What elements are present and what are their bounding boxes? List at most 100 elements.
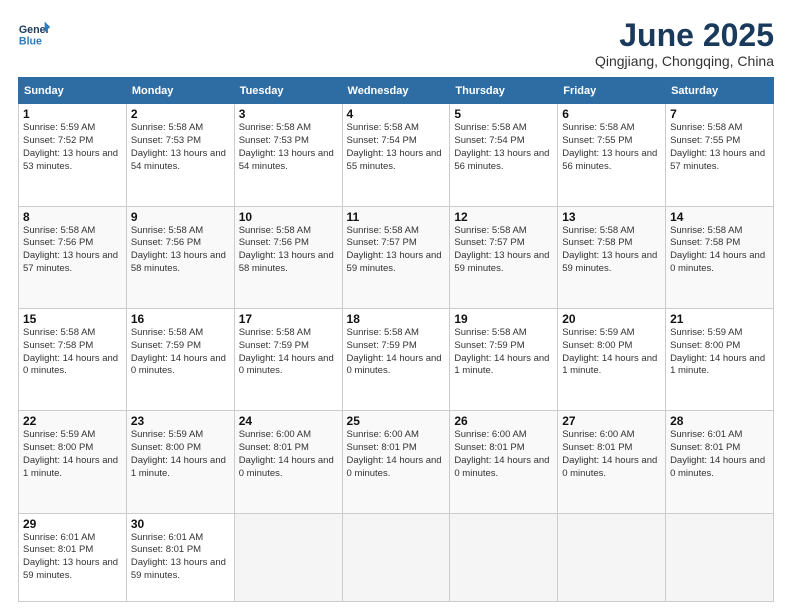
sunset-label: Sunset: 7:55 PM bbox=[562, 135, 632, 146]
sunrise-label: Sunrise: 6:00 AM bbox=[562, 429, 634, 440]
sunrise-label: Sunrise: 5:58 AM bbox=[562, 225, 634, 236]
daylight-label: Daylight: 13 hours and 59 minutes. bbox=[347, 250, 442, 274]
month-title: June 2025 bbox=[595, 18, 774, 53]
sunrise-label: Sunrise: 5:58 AM bbox=[670, 225, 742, 236]
calendar-cell: 22 Sunrise: 5:59 AM Sunset: 8:00 PM Dayl… bbox=[19, 411, 127, 513]
day-number: 30 bbox=[131, 517, 230, 531]
location: Qingjiang, Chongqing, China bbox=[595, 53, 774, 69]
title-block: June 2025 Qingjiang, Chongqing, China bbox=[595, 18, 774, 69]
sunset-label: Sunset: 8:01 PM bbox=[23, 544, 93, 555]
header-monday: Monday bbox=[126, 78, 234, 104]
day-info: Sunrise: 5:58 AM Sunset: 7:57 PM Dayligh… bbox=[454, 225, 553, 276]
sunrise-label: Sunrise: 5:58 AM bbox=[239, 225, 311, 236]
daylight-label: Daylight: 13 hours and 58 minutes. bbox=[131, 250, 226, 274]
calendar-cell: 11 Sunrise: 5:58 AM Sunset: 7:57 PM Dayl… bbox=[342, 206, 450, 308]
sunset-label: Sunset: 7:59 PM bbox=[131, 340, 201, 351]
weekday-header-row: Sunday Monday Tuesday Wednesday Thursday… bbox=[19, 78, 774, 104]
calendar-cell bbox=[558, 513, 666, 601]
svg-text:Blue: Blue bbox=[19, 36, 42, 48]
daylight-label: Daylight: 13 hours and 54 minutes. bbox=[239, 148, 334, 172]
daylight-label: Daylight: 14 hours and 1 minute. bbox=[454, 353, 549, 377]
sunset-label: Sunset: 7:55 PM bbox=[670, 135, 740, 146]
header-tuesday: Tuesday bbox=[234, 78, 342, 104]
day-number: 8 bbox=[23, 210, 122, 224]
sunset-label: Sunset: 7:54 PM bbox=[454, 135, 524, 146]
sunrise-label: Sunrise: 5:58 AM bbox=[454, 122, 526, 133]
day-number: 14 bbox=[670, 210, 769, 224]
sunset-label: Sunset: 8:00 PM bbox=[131, 442, 201, 453]
calendar-week-row: 1 Sunrise: 5:59 AM Sunset: 7:52 PM Dayli… bbox=[19, 104, 774, 206]
day-info: Sunrise: 5:58 AM Sunset: 7:57 PM Dayligh… bbox=[347, 225, 446, 276]
day-number: 20 bbox=[562, 312, 661, 326]
calendar-cell: 1 Sunrise: 5:59 AM Sunset: 7:52 PM Dayli… bbox=[19, 104, 127, 206]
day-number: 12 bbox=[454, 210, 553, 224]
day-number: 7 bbox=[670, 107, 769, 121]
day-number: 17 bbox=[239, 312, 338, 326]
day-number: 9 bbox=[131, 210, 230, 224]
day-number: 23 bbox=[131, 414, 230, 428]
sunrise-label: Sunrise: 5:59 AM bbox=[562, 327, 634, 338]
calendar-cell: 29 Sunrise: 6:01 AM Sunset: 8:01 PM Dayl… bbox=[19, 513, 127, 601]
calendar-cell: 18 Sunrise: 5:58 AM Sunset: 7:59 PM Dayl… bbox=[342, 308, 450, 410]
calendar-cell: 5 Sunrise: 5:58 AM Sunset: 7:54 PM Dayli… bbox=[450, 104, 558, 206]
sunset-label: Sunset: 8:01 PM bbox=[239, 442, 309, 453]
calendar-cell: 13 Sunrise: 5:58 AM Sunset: 7:58 PM Dayl… bbox=[558, 206, 666, 308]
day-info: Sunrise: 5:58 AM Sunset: 7:59 PM Dayligh… bbox=[347, 327, 446, 378]
day-info: Sunrise: 5:58 AM Sunset: 7:56 PM Dayligh… bbox=[23, 225, 122, 276]
calendar-cell: 20 Sunrise: 5:59 AM Sunset: 8:00 PM Dayl… bbox=[558, 308, 666, 410]
day-info: Sunrise: 5:58 AM Sunset: 7:58 PM Dayligh… bbox=[23, 327, 122, 378]
header-thursday: Thursday bbox=[450, 78, 558, 104]
calendar-cell: 16 Sunrise: 5:58 AM Sunset: 7:59 PM Dayl… bbox=[126, 308, 234, 410]
daylight-label: Daylight: 13 hours and 59 minutes. bbox=[562, 250, 657, 274]
sunrise-label: Sunrise: 5:58 AM bbox=[454, 225, 526, 236]
day-info: Sunrise: 5:58 AM Sunset: 7:59 PM Dayligh… bbox=[454, 327, 553, 378]
day-info: Sunrise: 6:00 AM Sunset: 8:01 PM Dayligh… bbox=[562, 429, 661, 480]
sunset-label: Sunset: 8:01 PM bbox=[670, 442, 740, 453]
sunset-label: Sunset: 7:59 PM bbox=[239, 340, 309, 351]
sunset-label: Sunset: 7:59 PM bbox=[454, 340, 524, 351]
sunrise-label: Sunrise: 5:59 AM bbox=[23, 429, 95, 440]
day-number: 22 bbox=[23, 414, 122, 428]
day-info: Sunrise: 6:01 AM Sunset: 8:01 PM Dayligh… bbox=[670, 429, 769, 480]
day-number: 24 bbox=[239, 414, 338, 428]
calendar-cell: 30 Sunrise: 6:01 AM Sunset: 8:01 PM Dayl… bbox=[126, 513, 234, 601]
day-number: 4 bbox=[347, 107, 446, 121]
day-info: Sunrise: 5:58 AM Sunset: 7:55 PM Dayligh… bbox=[562, 122, 661, 173]
calendar-week-row: 8 Sunrise: 5:58 AM Sunset: 7:56 PM Dayli… bbox=[19, 206, 774, 308]
day-info: Sunrise: 5:58 AM Sunset: 7:59 PM Dayligh… bbox=[131, 327, 230, 378]
day-info: Sunrise: 6:01 AM Sunset: 8:01 PM Dayligh… bbox=[131, 532, 230, 583]
calendar-cell: 19 Sunrise: 5:58 AM Sunset: 7:59 PM Dayl… bbox=[450, 308, 558, 410]
calendar-cell: 7 Sunrise: 5:58 AM Sunset: 7:55 PM Dayli… bbox=[666, 104, 774, 206]
calendar-cell: 17 Sunrise: 5:58 AM Sunset: 7:59 PM Dayl… bbox=[234, 308, 342, 410]
sunrise-label: Sunrise: 5:58 AM bbox=[23, 225, 95, 236]
sunrise-label: Sunrise: 6:01 AM bbox=[23, 532, 95, 543]
calendar-week-row: 15 Sunrise: 5:58 AM Sunset: 7:58 PM Dayl… bbox=[19, 308, 774, 410]
sunrise-label: Sunrise: 5:58 AM bbox=[670, 122, 742, 133]
day-number: 15 bbox=[23, 312, 122, 326]
sunrise-label: Sunrise: 5:58 AM bbox=[131, 225, 203, 236]
daylight-label: Daylight: 14 hours and 0 minutes. bbox=[23, 353, 118, 377]
sunrise-label: Sunrise: 5:58 AM bbox=[131, 327, 203, 338]
daylight-label: Daylight: 13 hours and 59 minutes. bbox=[454, 250, 549, 274]
daylight-label: Daylight: 14 hours and 1 minute. bbox=[670, 353, 765, 377]
daylight-label: Daylight: 13 hours and 59 minutes. bbox=[23, 557, 118, 581]
day-number: 27 bbox=[562, 414, 661, 428]
calendar-cell: 6 Sunrise: 5:58 AM Sunset: 7:55 PM Dayli… bbox=[558, 104, 666, 206]
header-wednesday: Wednesday bbox=[342, 78, 450, 104]
day-info: Sunrise: 5:59 AM Sunset: 8:00 PM Dayligh… bbox=[562, 327, 661, 378]
day-info: Sunrise: 5:58 AM Sunset: 7:58 PM Dayligh… bbox=[670, 225, 769, 276]
calendar-cell: 9 Sunrise: 5:58 AM Sunset: 7:56 PM Dayli… bbox=[126, 206, 234, 308]
daylight-label: Daylight: 14 hours and 0 minutes. bbox=[670, 455, 765, 479]
day-info: Sunrise: 5:58 AM Sunset: 7:53 PM Dayligh… bbox=[239, 122, 338, 173]
logo-icon: General Blue bbox=[18, 18, 50, 50]
sunrise-label: Sunrise: 6:00 AM bbox=[454, 429, 526, 440]
day-info: Sunrise: 6:00 AM Sunset: 8:01 PM Dayligh… bbox=[239, 429, 338, 480]
sunrise-label: Sunrise: 5:58 AM bbox=[239, 122, 311, 133]
sunset-label: Sunset: 8:01 PM bbox=[454, 442, 524, 453]
daylight-label: Daylight: 13 hours and 59 minutes. bbox=[131, 557, 226, 581]
daylight-label: Daylight: 14 hours and 0 minutes. bbox=[670, 250, 765, 274]
daylight-label: Daylight: 13 hours and 57 minutes. bbox=[23, 250, 118, 274]
sunrise-label: Sunrise: 6:01 AM bbox=[670, 429, 742, 440]
sunset-label: Sunset: 7:52 PM bbox=[23, 135, 93, 146]
calendar-cell: 28 Sunrise: 6:01 AM Sunset: 8:01 PM Dayl… bbox=[666, 411, 774, 513]
